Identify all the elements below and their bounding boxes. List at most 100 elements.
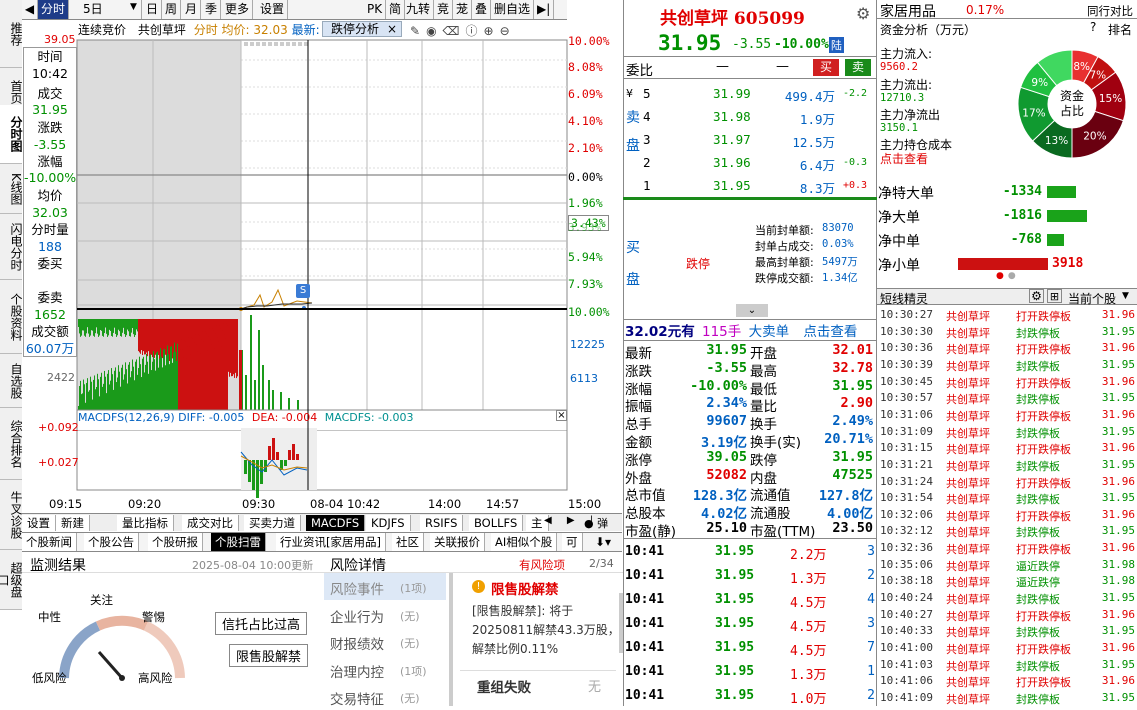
tab-industry[interactable]: 行业资讯[家居用品] — [276, 533, 386, 551]
left-tab-0[interactable]: 推荐 — [0, 0, 23, 68]
left-tab-2[interactable]: 分时图 — [0, 105, 23, 164]
buy-button[interactable]: 买 — [813, 59, 839, 76]
short-row[interactable]: 10:40:33 共创草坪 封跌停板 31.95 — [878, 622, 1137, 639]
indicator-kdjfs[interactable]: KDJFS — [366, 515, 411, 531]
tab-related[interactable]: 关联报价 — [430, 533, 485, 551]
indicator-compare[interactable]: 成交对比 — [182, 515, 239, 531]
arrow-right-icon[interactable]: ▶| — [534, 0, 555, 19]
settings-gear-icon[interactable]: ⚙ — [856, 4, 870, 23]
indicator-macdfs[interactable]: MACDFS — [306, 515, 366, 531]
short-row[interactable]: 10:31:09 共创草坪 封跌停板 31.95 — [878, 423, 1137, 440]
short-row[interactable]: 10:32:36 共创草坪 打开跌停板 31.96 — [878, 539, 1137, 556]
short-row[interactable]: 10:41:03 共创草坪 封跌停板 31.95 — [878, 656, 1137, 673]
tab-season[interactable]: 季 — [202, 0, 222, 19]
jing-button[interactable]: 竞 — [434, 0, 454, 19]
unlock-button[interactable]: 限售股解禁 — [229, 644, 309, 667]
back-arrow-icon[interactable]: ◀ — [22, 0, 38, 19]
short-row[interactable]: 10:30:45 共创草坪 打开跌停板 31.96 — [878, 373, 1137, 390]
tab-announce[interactable]: 个股公告 — [84, 533, 139, 551]
bigorder-link[interactable]: 点击查看 — [803, 324, 857, 340]
indicator-volratio[interactable]: 量比指标 — [117, 515, 174, 531]
collapse-chevron-icon[interactable]: ⌄ — [736, 304, 768, 317]
short-row[interactable]: 10:31:24 共创草坪 打开跌停板 31.96 — [878, 473, 1137, 490]
short-row[interactable]: 10:30:27 共创草坪 打开跌停板 31.96 — [878, 306, 1137, 323]
short-row[interactable]: 10:30:30 共创草坪 封跌停板 31.95 — [878, 323, 1137, 340]
short-row[interactable]: 10:31:06 共创草坪 打开跌停板 31.96 — [878, 406, 1137, 423]
short-row[interactable]: 10:30:57 共创草坪 封跌停板 31.95 — [878, 389, 1137, 406]
left-tab-9[interactable]: 超级盘口 — [0, 550, 23, 610]
short-row[interactable]: 10:41:06 共创草坪 打开跌停板 31.96 — [878, 672, 1137, 689]
signal-marker[interactable]: S — [296, 284, 310, 298]
indicator-bollfs[interactable]: BOLLFS — [469, 515, 524, 531]
risk-link[interactable]: 有风险项 — [519, 557, 565, 573]
indicator-rsifs[interactable]: RSIFS — [420, 515, 464, 531]
compare-link[interactable]: 同行对比 — [1087, 3, 1133, 19]
ask-row-2[interactable]: 2 31.96 6.4万 -0.3 — [643, 151, 875, 174]
ask-row-5[interactable]: 5 31.99 499.4万 -2.2 — [643, 82, 875, 105]
tab-more[interactable]: 可 — [562, 533, 583, 551]
indicator-force[interactable]: 买卖力道 — [244, 515, 301, 531]
ask-row-1[interactable]: 1 31.95 8.3万 +0.3 — [643, 174, 875, 197]
tab-settings[interactable]: 设置 — [257, 0, 289, 19]
vol-axis-left: 2422 — [47, 371, 75, 384]
short-settings-icon[interactable]: ⚙ — [1029, 289, 1044, 303]
left-tab-4[interactable]: 闪电分时 — [0, 214, 23, 280]
tab-ai-similar[interactable]: AI相似个股 — [491, 533, 558, 551]
fund-help-icon[interactable]: ? — [1090, 20, 1096, 34]
jiuzhuan-button[interactable]: 九转 — [403, 0, 435, 19]
short-grid-icon[interactable]: ⊞ — [1047, 289, 1062, 303]
fund-rank[interactable]: 排名 — [1108, 21, 1132, 38]
left-tab-6[interactable]: 自选股 — [0, 354, 23, 408]
indicator-settings[interactable]: 设置 — [22, 515, 56, 531]
tab-minesweep[interactable]: 个股扫雷 — [211, 533, 266, 551]
indicator-new[interactable]: 新建 — [56, 515, 90, 531]
tab-month[interactable]: 月 — [182, 0, 202, 19]
sell-button[interactable]: 卖 — [845, 59, 871, 76]
pk-button[interactable]: PK — [364, 0, 387, 19]
left-tab-3[interactable]: K线图 — [0, 164, 23, 214]
risk-item[interactable]: 治理内控 (1项) — [324, 656, 446, 683]
tab-community[interactable]: 社区 — [392, 533, 424, 551]
ask-row-3[interactable]: 3 31.97 12.5万 — [643, 128, 875, 151]
risk-scrollbar[interactable] — [449, 573, 453, 706]
remove-favorite-button[interactable]: 删自选 — [491, 0, 535, 19]
short-row[interactable]: 10:30:39 共创草坪 封跌停板 31.95 — [878, 356, 1137, 373]
pager-dots[interactable]: ●● — [996, 271, 1020, 281]
tab-fenshi[interactable]: 分时 — [38, 0, 70, 19]
short-row[interactable]: 10:30:36 共创草坪 打开跌停板 31.96 — [878, 339, 1137, 356]
short-row[interactable]: 10:31:21 共创草坪 封跌停板 31.95 — [878, 456, 1137, 473]
ask-row-4[interactable]: 4 31.98 1.9万 — [643, 105, 875, 128]
short-row[interactable]: 10:40:27 共创草坪 打开跌停板 31.96 — [878, 606, 1137, 623]
risk-item[interactable]: 财报绩效 (无) — [324, 628, 446, 655]
long-button[interactable]: 茏 — [453, 0, 473, 19]
trust-ratio-button[interactable]: 信托占比过高 — [215, 612, 308, 635]
risk-item[interactable]: 企业行为 (无) — [324, 601, 446, 628]
overlay-button[interactable]: 叠 — [472, 0, 492, 19]
tab-research[interactable]: 个股研报 — [148, 533, 203, 551]
short-row[interactable]: 10:38:18 共创草坪 逼近跌停 31.98 — [878, 572, 1137, 589]
left-tab-7[interactable]: 综合排名 — [0, 408, 23, 480]
chevron-down-icon[interactable]: ▼ — [130, 2, 137, 12]
short-filter-select[interactable]: 当前个股 — [1068, 290, 1116, 307]
short-row[interactable]: 10:35:06 共创草坪 逼近跌停 31.98 — [878, 556, 1137, 573]
macd-close-icon[interactable]: × — [556, 410, 567, 421]
popup-toggle[interactable]: ● 弹 — [584, 515, 608, 531]
short-row[interactable]: 10:31:15 共创草坪 打开跌停板 31.96 — [878, 439, 1137, 456]
fund-cost-link[interactable]: 点击查看 — [880, 150, 928, 167]
short-row[interactable]: 10:41:09 共创草坪 封跌停板 31.95 — [878, 689, 1137, 706]
tab-week[interactable]: 周 — [162, 0, 182, 19]
download-icon[interactable]: ⬇▾ — [595, 535, 611, 549]
short-dropdown-icon[interactable]: ▼ — [1122, 291, 1129, 301]
intraday-chart[interactable] — [22, 20, 569, 515]
tab-more[interactable]: 更多 — [222, 0, 254, 19]
left-tab-5[interactable]: 个股资料 — [0, 280, 23, 354]
tab-news[interactable]: 个股新闻 — [22, 533, 77, 551]
short-row[interactable]: 10:40:24 共创草坪 封跌停板 31.95 — [878, 589, 1137, 606]
short-row[interactable]: 10:31:54 共创草坪 封跌停板 31.95 — [878, 489, 1137, 506]
risk-item[interactable]: 风险事件 (1项) — [324, 573, 446, 600]
short-row[interactable]: 10:32:12 共创草坪 封跌停板 31.95 — [878, 522, 1137, 539]
short-row[interactable]: 10:41:00 共创草坪 打开跌停板 31.96 — [878, 639, 1137, 656]
short-row[interactable]: 10:32:06 共创草坪 打开跌停板 31.96 — [878, 506, 1137, 523]
tab-day[interactable]: 日 — [143, 0, 163, 19]
left-tab-8[interactable]: 牛叉诊股 — [0, 480, 23, 550]
